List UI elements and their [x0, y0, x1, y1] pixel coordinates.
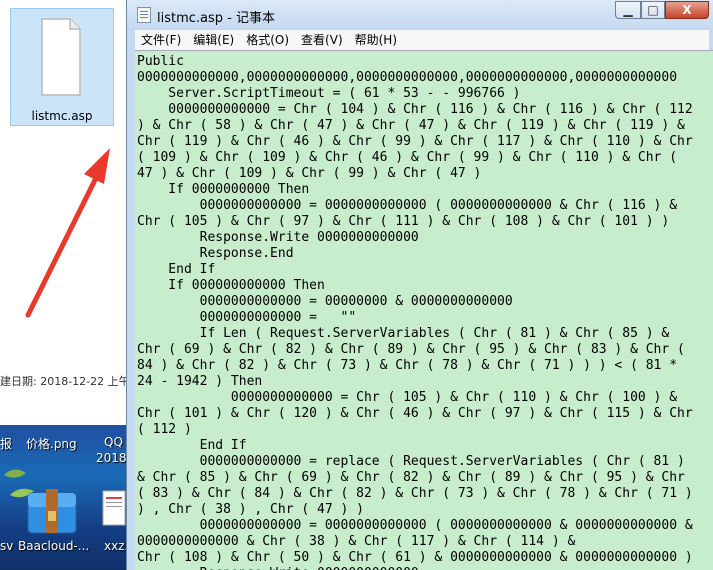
- menu-help[interactable]: 帮助(H): [349, 30, 403, 50]
- code-line: 0000000000000 = 00000000 & 0000000000000: [137, 294, 513, 309]
- minimize-button[interactable]: ▁: [615, 1, 641, 19]
- code-line: ( 109 ) & Chr ( 109 ) & Chr ( 46 ) & Chr…: [137, 150, 678, 165]
- desktop-icon-label[interactable]: 报: [0, 435, 12, 452]
- code-line: Chr ( 119 ) & Chr ( 46 ) & Chr ( 99 ) & …: [137, 134, 693, 149]
- code-line: 47 ) & Chr ( 109 ) & Chr ( 99 ) & Chr ( …: [137, 166, 482, 181]
- code-line: If Len ( Request.ServerVariables ( Chr (…: [137, 326, 670, 341]
- code-line: ) & Chr ( 58 ) & Chr ( 47 ) & Chr ( 47 )…: [137, 118, 685, 133]
- code-line: 24 - 1942 ) Then: [137, 374, 263, 389]
- code-line: Chr ( 101 ) & Chr ( 120 ) & Chr ( 46 ) &…: [137, 406, 693, 421]
- code-line: 84 ) & Chr ( 82 ) & Chr ( 73 ) & Chr ( 7…: [137, 358, 678, 373]
- code-line: End If: [137, 262, 216, 277]
- code-line: ( 112 ): [137, 422, 192, 437]
- code-line: End If: [137, 438, 247, 453]
- code-line: 0000000000000 = replace ( Request.Server…: [137, 454, 685, 469]
- code-line: Response.Write 0000000000000: [137, 230, 419, 245]
- menu-bar: 文件(F) 编辑(E) 格式(O) 查看(V) 帮助(H): [135, 30, 709, 50]
- maximize-button[interactable]: □: [641, 1, 665, 19]
- menu-format[interactable]: 格式(O): [240, 30, 295, 50]
- desktop-background: 报 价格.png QQ 2018: sv Baacloud-... xxz.: [0, 425, 130, 570]
- code-line: ) , Chr ( 38 ) , Chr ( 47 ) ): [137, 502, 364, 517]
- window-controls: ▁ □ X: [615, 1, 709, 20]
- code-line: 0000000000000 = 0000000000000 ( 00000000…: [137, 198, 678, 213]
- code-line: Chr ( 105 ) & Chr ( 97 ) & Chr ( 111 ) &…: [137, 214, 670, 229]
- code-line: Response.End: [137, 246, 294, 261]
- code-line: Chr ( 108 ) & Chr ( 50 ) & Chr ( 61 ) & …: [137, 550, 693, 565]
- title-bar[interactable]: listmc.asp - 记事本 ▁ □ X: [127, 0, 713, 30]
- code-line: 0000000000000 = 0000000000000 ( 00000000…: [137, 518, 693, 533]
- menu-view[interactable]: 查看(V): [295, 30, 349, 50]
- code-line: 0000000000000 & Chr ( 38 ) & Chr ( 117 )…: [137, 534, 576, 549]
- code-line: Response.Write 0000000000000: [137, 566, 713, 570]
- document-icon[interactable]: [102, 489, 126, 529]
- notepad-window: listmc.asp - 记事本 ▁ □ X 文件(F) 编辑(E) 格式(O)…: [126, 0, 713, 570]
- red-arrow-annotation: [25, 148, 110, 318]
- code-line: ( 83 ) & Chr ( 84 ) & Chr ( 82 ) & Chr (…: [137, 486, 693, 501]
- menu-file[interactable]: 文件(F): [135, 30, 187, 50]
- code-line: 0000000000000 = "": [137, 310, 357, 325]
- file-created-date: 建日期: 2018-12-22 上午: [0, 375, 126, 388]
- code-line: If 0000000000 Then: [137, 182, 310, 197]
- code-line: Public: [137, 54, 184, 69]
- desktop-icon-label[interactable]: 价格.png: [26, 435, 77, 452]
- code-line: 0000000000000 = Chr ( 105 ) & Chr ( 110 …: [137, 390, 678, 405]
- code-line: 0000000000000,0000000000000,000000000000…: [137, 70, 678, 85]
- close-button[interactable]: X: [665, 1, 709, 19]
- file-content: Public 0000000000000,0000000000000,000000…: [135, 51, 713, 570]
- code-line: 0000000000000 = Chr ( 104 ) & Chr ( 116 …: [137, 102, 693, 117]
- code-line: If 000000000000 Then: [137, 278, 325, 293]
- code-line: & Chr ( 85 ) & Chr ( 69 ) & Chr ( 82 ) &…: [137, 470, 685, 485]
- code-line: Server.ScriptTimeout = ( 61 * 53 - - 996…: [137, 86, 521, 101]
- desktop-icon-label[interactable]: 2018:: [96, 451, 130, 465]
- zip-archive-icon[interactable]: [26, 487, 78, 535]
- desktop-icon-label[interactable]: xxz.: [104, 539, 128, 553]
- text-editor-area[interactable]: Public 0000000000000,0000000000000,000000…: [135, 50, 713, 570]
- desktop-icon-label[interactable]: Baacloud-...: [18, 539, 89, 553]
- menu-edit[interactable]: 编辑(E): [187, 30, 240, 50]
- desktop-icon-label[interactable]: sv: [0, 539, 13, 553]
- notepad-icon: [137, 7, 151, 23]
- code-line: Chr ( 69 ) & Chr ( 82 ) & Chr ( 89 ) & C…: [137, 342, 685, 357]
- desktop-icon-label[interactable]: QQ: [104, 435, 123, 449]
- window-title: listmc.asp - 记事本: [157, 11, 275, 26]
